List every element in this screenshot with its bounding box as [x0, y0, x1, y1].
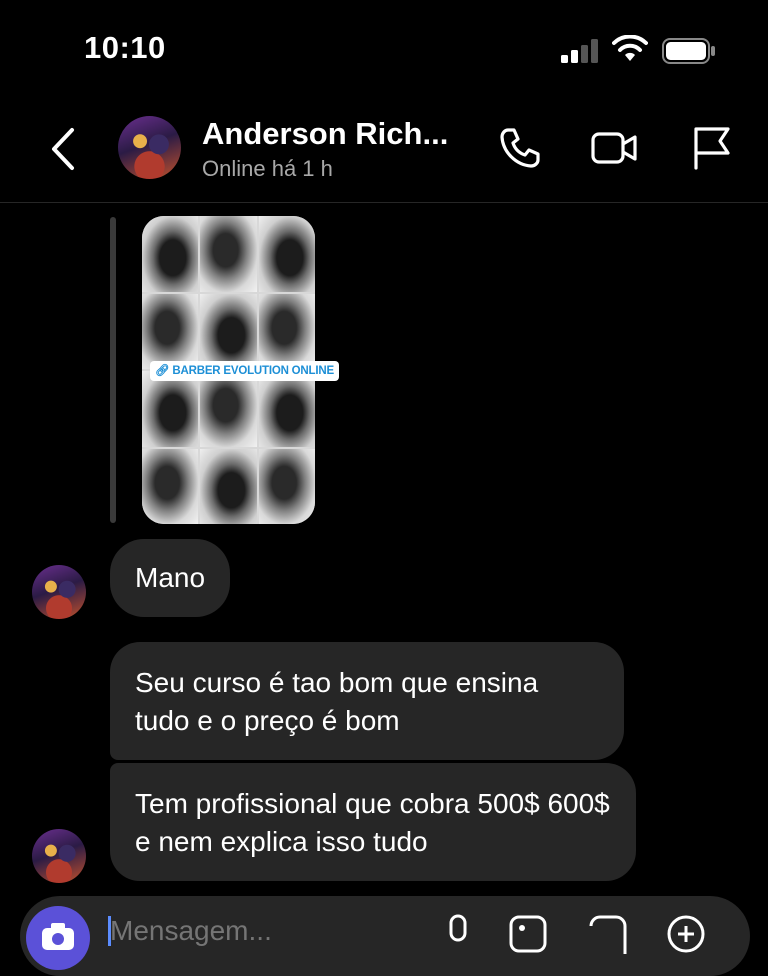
haircut-photo — [258, 216, 315, 292]
haircut-photo — [142, 293, 199, 369]
haircut-photo — [142, 216, 199, 292]
battery-icon — [662, 38, 715, 64]
haircut-photo — [258, 293, 315, 369]
story-reply-bar — [110, 217, 116, 523]
message-text: Tem profissional que cobra 500$ 600$ e n… — [135, 788, 610, 857]
haircut-photo — [258, 448, 315, 524]
phone-call-icon[interactable] — [496, 124, 544, 172]
message-bubble[interactable]: Tem profissional que cobra 500$ 600$ e n… — [110, 763, 636, 881]
message-text: Mano — [135, 562, 206, 593]
message-thread: 🔗︎ BARBER EVOLUTION ONLINE Mano Seu curs… — [0, 203, 768, 933]
message-bubble[interactable]: Mano — [110, 539, 231, 617]
haircut-photo — [200, 216, 257, 292]
haircut-photo — [200, 448, 257, 524]
report-flag-icon[interactable] — [688, 124, 736, 172]
contact-name[interactable]: Anderson Rich... — [202, 116, 448, 152]
back-chevron-icon[interactable] — [46, 126, 82, 172]
conversation-header: Anderson Rich... Online há 1 h — [0, 100, 768, 203]
clock: 10:10 — [84, 30, 166, 65]
microphone-icon[interactable] — [438, 914, 478, 954]
story-link-sticker[interactable]: 🔗︎ BARBER EVOLUTION ONLINE — [150, 361, 339, 381]
contact-avatar[interactable] — [118, 116, 181, 179]
cellular-signal-icon — [561, 39, 598, 63]
video-call-icon[interactable] — [590, 124, 638, 172]
contact-online-status: Online há 1 h — [202, 156, 333, 181]
story-link-label: BARBER EVOLUTION ONLINE — [172, 365, 334, 377]
message-input[interactable] — [108, 914, 473, 948]
status-bar: 10:10 — [0, 0, 768, 100]
haircut-photo — [142, 448, 199, 524]
message-bubble[interactable]: Seu curso é tao bom que ensina tudo e o … — [110, 642, 624, 760]
add-content-icon[interactable] — [666, 914, 706, 954]
link-icon: 🔗︎ — [155, 365, 170, 377]
camera-button[interactable] — [26, 906, 90, 970]
wifi-icon — [612, 35, 648, 61]
sender-avatar[interactable] — [32, 565, 86, 619]
gallery-icon[interactable] — [508, 914, 548, 954]
message-text: Seu curso é tao bom que ensina tudo e o … — [135, 667, 539, 736]
haircut-photo — [200, 371, 257, 447]
haircut-photo — [258, 371, 315, 447]
sender-avatar[interactable] — [32, 829, 86, 883]
message-composer — [20, 896, 750, 976]
haircut-photo — [200, 293, 257, 369]
sticker-icon[interactable] — [588, 914, 628, 954]
haircut-photo — [142, 371, 199, 447]
camera-icon — [42, 923, 74, 950]
